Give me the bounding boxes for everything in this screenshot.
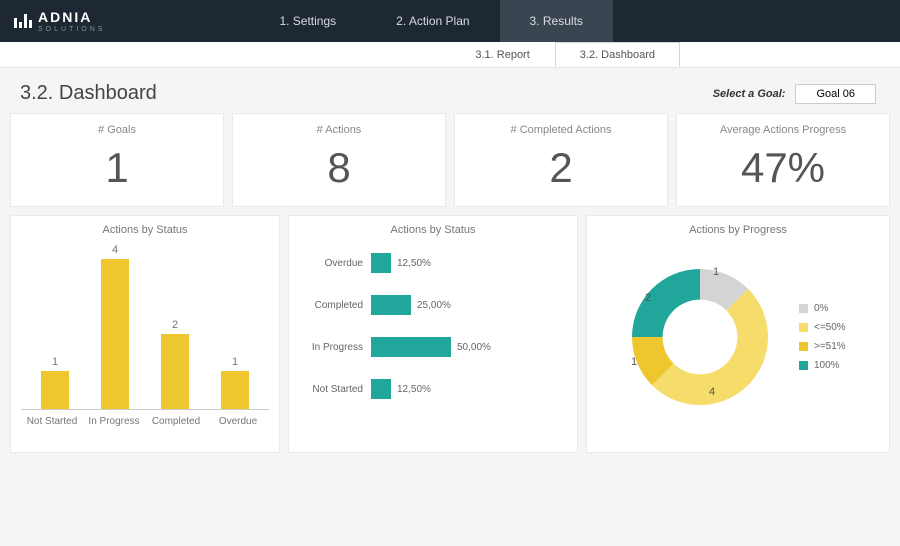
hbar-not-started: Not Started 12,50% bbox=[299, 368, 567, 410]
hbar-chart-title: Actions by Status bbox=[299, 224, 567, 236]
brand-logo: ADNIA SOLUTIONS bbox=[0, 9, 119, 33]
hbar-category: Completed bbox=[299, 300, 371, 311]
bar-xlabel: Overdue bbox=[210, 416, 266, 427]
kpi-avg-value: 47% bbox=[677, 144, 889, 192]
bar-xlabel: Completed bbox=[148, 416, 204, 427]
brand-name: ADNIA bbox=[38, 9, 105, 25]
hbar-value: 25,00% bbox=[417, 300, 451, 311]
legend-swatch-icon bbox=[799, 304, 808, 313]
goal-select[interactable]: Goal 06 bbox=[795, 84, 876, 104]
hbar-category: Overdue bbox=[299, 258, 371, 269]
kpi-completed-value: 2 bbox=[455, 144, 667, 192]
bar-in-progress: 4 bbox=[87, 244, 143, 409]
hbar-in-progress: In Progress 50,00% bbox=[299, 326, 567, 368]
bar-value: 1 bbox=[232, 356, 238, 368]
donut-slice-3 bbox=[632, 269, 700, 337]
hbar-value: 12,50% bbox=[397, 384, 431, 395]
hbar-completed: Completed 25,00% bbox=[299, 284, 567, 326]
bar-value: 4 bbox=[112, 244, 118, 256]
bar-not-started: 1 bbox=[27, 356, 83, 409]
logo-bars-icon bbox=[14, 14, 32, 28]
bar-xlabel: Not Started bbox=[24, 416, 80, 427]
subnav-dashboard[interactable]: 3.2. Dashboard bbox=[555, 42, 680, 67]
chart-actions-by-progress-donut: Actions by Progress 1 4 1 2 0% <=50% >=5… bbox=[586, 215, 890, 453]
brand-subtitle: SOLUTIONS bbox=[38, 26, 105, 33]
legend-item-0: 0% bbox=[799, 303, 846, 314]
kpi-goals-value: 1 bbox=[11, 144, 223, 192]
col-chart-title: Actions by Status bbox=[21, 224, 269, 236]
donut-legend: 0% <=50% >=51% 100% bbox=[799, 303, 846, 371]
donut-chart-title: Actions by Progress bbox=[597, 224, 879, 236]
main-nav: 1. Settings 2. Action Plan 3. Results bbox=[249, 0, 612, 42]
kpi-actions: # Actions 8 bbox=[232, 113, 446, 207]
legend-item-gte51: >=51% bbox=[799, 341, 846, 352]
kpi-goals: # Goals 1 bbox=[10, 113, 224, 207]
nav-action-plan[interactable]: 2. Action Plan bbox=[366, 0, 499, 42]
chart-actions-by-status-column: Actions by Status 1 4 2 1 Not Started In Pro… bbox=[10, 215, 280, 453]
page-header: 3.2. Dashboard Select a Goal: Goal 06 bbox=[0, 68, 900, 113]
donut-slice-label-gte51: 1 bbox=[631, 356, 637, 368]
legend-item-lte50: <=50% bbox=[799, 322, 846, 333]
top-nav: ADNIA SOLUTIONS 1. Settings 2. Action Pl… bbox=[0, 0, 900, 42]
hbar-overdue: Overdue 12,50% bbox=[299, 242, 567, 284]
bar-completed: 2 bbox=[147, 319, 203, 409]
donut-slice-label-lte50: 4 bbox=[709, 386, 715, 398]
bar-value: 2 bbox=[172, 319, 178, 331]
nav-settings[interactable]: 1. Settings bbox=[249, 0, 366, 42]
page-title: 3.2. Dashboard bbox=[20, 82, 157, 105]
hbar-value: 12,50% bbox=[397, 258, 431, 269]
legend-item-100: 100% bbox=[799, 360, 846, 371]
legend-swatch-icon bbox=[799, 361, 808, 370]
kpi-actions-value: 8 bbox=[233, 144, 445, 192]
donut-slice-label-100: 2 bbox=[645, 292, 651, 304]
kpi-actions-label: # Actions bbox=[233, 124, 445, 136]
hbar-value: 50,00% bbox=[457, 342, 491, 353]
donut-slice-label-0: 1 bbox=[713, 266, 719, 278]
hbar-category: In Progress bbox=[299, 342, 371, 353]
bar-value: 1 bbox=[52, 356, 58, 368]
subnav-report[interactable]: 3.1. Report bbox=[450, 42, 554, 67]
kpi-avg-label: Average Actions Progress bbox=[677, 124, 889, 136]
legend-swatch-icon bbox=[799, 323, 808, 332]
bar-overdue: 1 bbox=[207, 356, 263, 409]
kpi-completed-label: # Completed Actions bbox=[455, 124, 667, 136]
sub-nav: 3.1. Report 3.2. Dashboard bbox=[0, 42, 900, 68]
goal-selector: Select a Goal: Goal 06 bbox=[713, 84, 876, 104]
donut-chart: 1 4 1 2 bbox=[615, 252, 785, 422]
legend-swatch-icon bbox=[799, 342, 808, 351]
hbar-category: Not Started bbox=[299, 384, 371, 395]
bar-xlabel: In Progress bbox=[86, 416, 142, 427]
nav-results[interactable]: 3. Results bbox=[500, 0, 613, 42]
kpi-completed: # Completed Actions 2 bbox=[454, 113, 668, 207]
goal-select-label: Select a Goal: bbox=[713, 88, 786, 100]
kpi-avg-progress: Average Actions Progress 47% bbox=[676, 113, 890, 207]
chart-actions-by-status-hbar: Actions by Status Overdue 12,50% Completed… bbox=[288, 215, 578, 453]
kpi-goals-label: # Goals bbox=[11, 124, 223, 136]
kpi-row: # Goals 1 # Actions 8 # Completed Action… bbox=[0, 113, 900, 207]
